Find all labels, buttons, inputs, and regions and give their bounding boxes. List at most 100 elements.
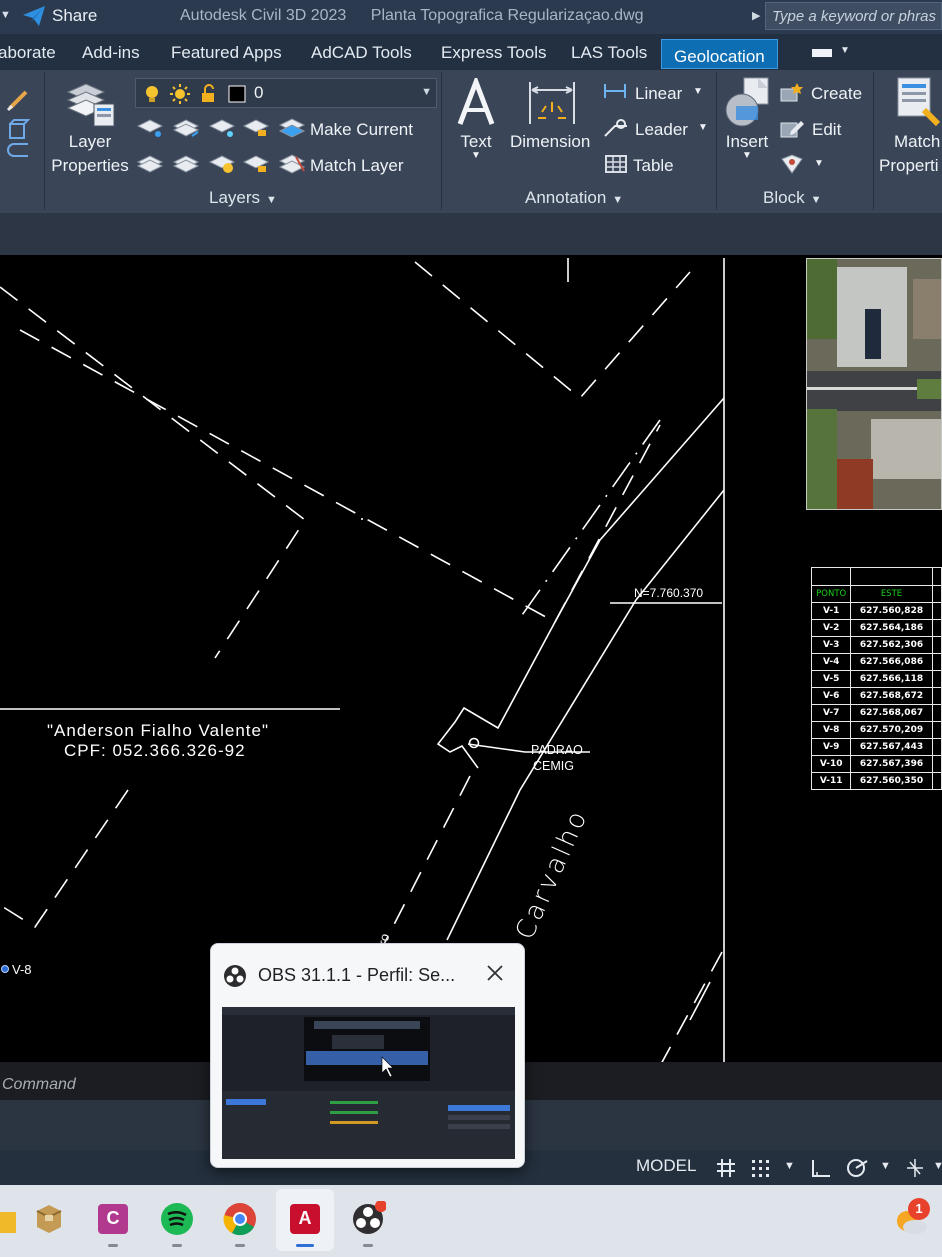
window-title: Autodesk Civil 3D 2023 Planta Topografic… [180, 7, 644, 25]
obs-taskbar-preview[interactable]: OBS 31.1.1 - Perfil: Se... [210, 943, 525, 1168]
chevron-down-icon[interactable]: ▼ [814, 158, 824, 169]
column-header-este: ESTE [850, 585, 933, 603]
tab-las-tools[interactable]: LAS Tools [571, 34, 647, 70]
tab-featured-apps[interactable]: Featured Apps [171, 34, 282, 70]
obs-window-thumbnail[interactable] [222, 1007, 515, 1159]
layer-properties-label-2[interactable]: Properties [50, 156, 130, 176]
table-icon[interactable] [604, 154, 628, 174]
este-cell: 627.567,443 [850, 738, 933, 756]
insert-label[interactable]: Insert [720, 132, 774, 152]
aerial-photo-image [806, 258, 942, 510]
match-layer-label[interactable]: Match Layer [310, 156, 404, 176]
snap-grid-icon[interactable] [750, 1158, 772, 1178]
title-expand-icon[interactable]: ▶ [752, 9, 760, 22]
leader-icon[interactable] [603, 118, 629, 138]
make-current-label[interactable]: Make Current [310, 120, 413, 140]
cemig-label: CEMIG [533, 759, 574, 773]
table-row: V-5 627.566,118 [810, 670, 942, 688]
match-properties-label-2[interactable]: Properti [879, 156, 939, 176]
leader-label[interactable]: Leader [635, 120, 688, 140]
active-indicator [296, 1244, 314, 1247]
tab-adcad-tools[interactable]: AdCAD Tools [311, 34, 412, 70]
layer-properties-icon[interactable] [64, 78, 116, 130]
chrome-icon[interactable] [222, 1201, 258, 1237]
make-current-icon[interactable] [278, 117, 306, 139]
ponto-cell: V-6 [810, 687, 852, 705]
share-button[interactable]: Share [22, 4, 97, 28]
left-tools-icons[interactable] [4, 80, 30, 170]
polar-tracking-icon[interactable] [846, 1158, 868, 1178]
text-icon[interactable] [456, 78, 496, 128]
paper-plane-icon [23, 6, 45, 26]
table-row: V-11 627.560,350 [810, 772, 942, 790]
owner-cpf-text: CPF: 052.366.326-92 [64, 741, 246, 760]
layer-tools-icons[interactable] [136, 114, 276, 176]
block-attribute-icon[interactable] [780, 153, 806, 175]
panel-display-toggle[interactable]: ▼ [806, 44, 850, 62]
chevron-down-icon[interactable]: ▼ [471, 150, 481, 161]
ortho-mode-icon[interactable] [810, 1158, 832, 1178]
running-indicator [108, 1244, 118, 1247]
chevron-down-icon[interactable]: ▼ [693, 86, 703, 97]
este-cell: 627.568,672 [850, 687, 933, 705]
file-explorer-icon[interactable] [0, 1201, 18, 1237]
search-box[interactable] [765, 2, 942, 30]
model-space-button[interactable]: MODEL [636, 1156, 696, 1176]
column-header-ponto: PONTO [810, 585, 852, 603]
block-panel-label[interactable]: Block ▼ [763, 188, 821, 208]
tab-collaborate[interactable]: aborate [0, 34, 56, 70]
linear-label[interactable]: Linear [635, 84, 682, 104]
insert-block-icon[interactable] [722, 76, 772, 128]
create-label[interactable]: Create [811, 84, 862, 104]
chevron-down-icon[interactable]: ▼ [880, 1160, 891, 1172]
chevron-down-icon: ▼ [421, 86, 432, 98]
layer-state-icons [146, 84, 246, 104]
taskbar: C A [0, 1185, 942, 1257]
tab-express-tools[interactable]: Express Tools [441, 34, 547, 70]
object-snap-tracking-icon[interactable] [904, 1158, 926, 1178]
tab-add-ins[interactable]: Add-ins [82, 34, 140, 70]
edit-block-icon[interactable] [779, 117, 805, 139]
este-cell: 627.566,118 [850, 670, 933, 688]
chevron-down-icon[interactable]: ▼ [784, 1160, 795, 1172]
panel-separator [441, 72, 442, 210]
ponto-cell: V-4 [810, 653, 852, 671]
spotify-icon[interactable] [159, 1201, 195, 1237]
layers-panel-label[interactable]: Layers ▼ [209, 188, 277, 208]
table-label[interactable]: Table [633, 156, 674, 176]
match-properties-label-1[interactable]: Match [894, 132, 940, 152]
search-input[interactable] [766, 3, 941, 29]
quick-access-dropdown-icon[interactable]: ▼ [0, 9, 11, 21]
chevron-down-icon: ▼ [840, 45, 850, 56]
close-icon[interactable] [484, 962, 506, 984]
share-label: Share [52, 6, 98, 25]
table-header-row: PONTO ESTE [810, 585, 942, 603]
linear-dimension-icon[interactable] [603, 82, 627, 100]
chevron-down-icon[interactable]: ▼ [698, 122, 708, 133]
layer-dropdown[interactable]: 0 ▼ [135, 78, 437, 108]
match-layer-icon[interactable] [278, 153, 306, 175]
annotation-panel-label[interactable]: Annotation ▼ [525, 188, 623, 208]
package-app-icon[interactable] [31, 1201, 67, 1237]
match-properties-icon[interactable] [894, 76, 942, 130]
tab-geolocation[interactable]: Geolocation [661, 39, 778, 69]
ribbon-tab-bar: aborate Add-ins Featured Apps AdCAD Tool… [0, 34, 942, 70]
owner-name-text: "Anderson Fialho Valente" [47, 721, 269, 740]
create-block-icon[interactable] [779, 81, 805, 103]
title-bar: ▼ Share Autodesk Civil 3D 2023 Planta To… [0, 0, 942, 34]
obs-studio-icon[interactable] [350, 1201, 386, 1237]
text-label[interactable]: Text [450, 132, 502, 152]
dimension-label[interactable]: Dimension [510, 132, 590, 152]
layer-properties-label-1[interactable]: Layer [50, 132, 130, 152]
este-cell: 627.570,209 [850, 721, 933, 739]
edit-label[interactable]: Edit [812, 120, 841, 140]
este-cell: 627.560,828 [850, 602, 933, 620]
ponto-cell: V-5 [810, 670, 852, 688]
chevron-down-icon[interactable]: ▼ [933, 1160, 942, 1172]
grid-icon[interactable] [715, 1158, 737, 1178]
civil-3d-icon[interactable]: C [95, 1201, 131, 1237]
table-row: V-10 627.567,396 [810, 755, 942, 773]
autocad-taskbar-button[interactable]: A [276, 1189, 334, 1251]
dimension-icon[interactable] [526, 78, 578, 128]
chevron-down-icon[interactable]: ▼ [742, 150, 752, 161]
